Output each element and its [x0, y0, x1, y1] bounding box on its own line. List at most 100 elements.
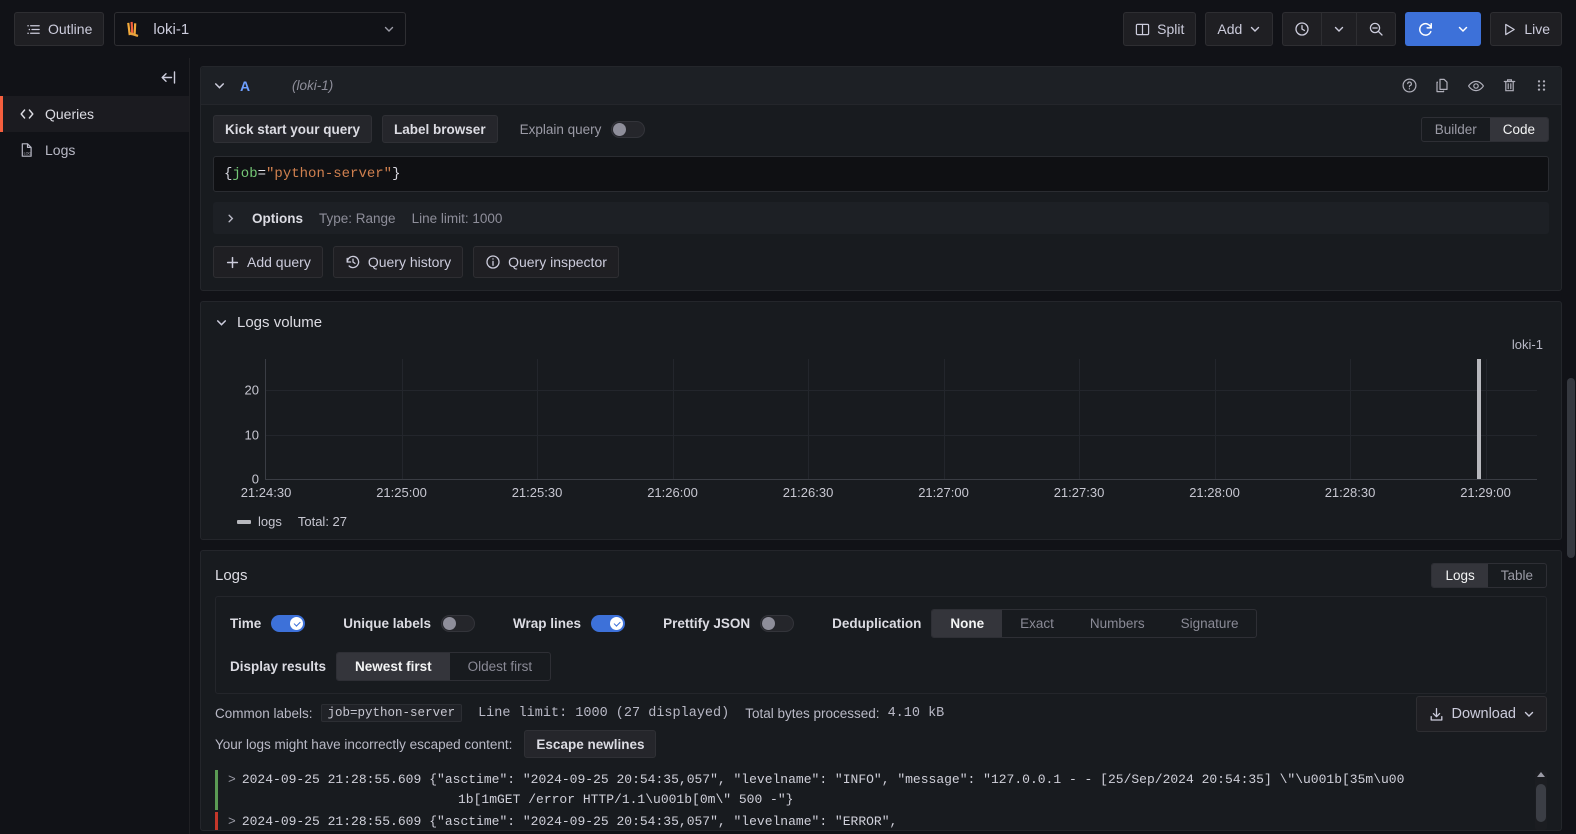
datasource-picker[interactable]: loki-1 — [114, 12, 407, 46]
unique-labels-toggle-label: Unique labels — [343, 616, 432, 631]
chevron-down-icon[interactable] — [213, 79, 226, 92]
logs-meta-area: Common labels: job=python-server Line li… — [201, 694, 1561, 758]
chevron-down-icon — [1333, 23, 1345, 35]
query-mode-builder[interactable]: Builder — [1422, 118, 1490, 141]
chart-x-tick-label: 21:27:30 — [1053, 485, 1105, 500]
bytes-processed-value: 4.10 kB — [887, 705, 945, 721]
sidebar-item-queries[interactable]: Queries — [0, 96, 189, 132]
escape-warning-text: Your logs might have incorrectly escaped… — [215, 736, 513, 752]
explain-query-toggle[interactable] — [611, 120, 646, 138]
log-row-message-wrap: 1b[1mGET /error HTTP/1.1\u001b[0m\" 500 … — [458, 792, 794, 807]
logs-title: Logs — [215, 567, 248, 584]
collapse-left-icon[interactable] — [0, 58, 189, 96]
chevron-down-icon[interactable] — [215, 316, 228, 329]
logs-view-mode-table[interactable]: Table — [1488, 564, 1546, 587]
scroll-up-arrow-icon[interactable] — [1537, 772, 1545, 777]
deduplication-radio-group: None Exact Numbers Signature — [931, 609, 1258, 638]
chart-legend: logs Total: 27 — [201, 512, 1561, 539]
chart-gridline — [672, 359, 674, 479]
display-results-label: Display results — [230, 659, 327, 674]
page-scrollbar[interactable] — [1566, 58, 1576, 834]
log-row[interactable]: > 2024-09-25 21:28:55.609 {"asctime": "2… — [215, 770, 1547, 810]
chevron-down-icon — [1523, 708, 1535, 720]
log-row-timestamp: 2024-09-25 21:28:55.609 — [241, 772, 422, 787]
chart-plot-area[interactable]: 0 10 20 21:24:30 21:25:00 21:25:30 21:26:00 21:… — [241, 359, 1537, 500]
log-rows-list[interactable]: > 2024-09-25 21:28:55.609 {"asctime": "2… — [215, 770, 1547, 830]
query-options-row[interactable]: Options Type: Range Line limit: 1000 — [213, 202, 1549, 234]
logs-volume-chart[interactable]: loki-1 0 10 20 21:24:30 21:25:00 21:25:30 21:2… — [215, 335, 1547, 510]
delete-trash-icon[interactable] — [1501, 77, 1518, 94]
add-query-label: Add query — [247, 254, 311, 270]
download-button[interactable]: Download — [1415, 696, 1547, 732]
legend-series-name: logs — [258, 514, 282, 529]
label-browser-button[interactable]: Label browser — [382, 115, 498, 143]
logs-header: Logs Logs Table — [201, 551, 1561, 596]
toggle-visibility-eye-icon[interactable] — [1467, 77, 1485, 95]
chevron-down-icon[interactable] — [383, 23, 395, 35]
log-row-expander[interactable]: > — [228, 812, 236, 830]
logs-volume-title: Logs volume — [237, 314, 323, 331]
zoom-out-button[interactable] — [1356, 12, 1397, 46]
logs-controls: Time Unique labels Wrap lines Prettify J… — [215, 596, 1547, 694]
refresh-interval-chevron-button[interactable] — [1445, 12, 1482, 46]
datasource-name: loki-1 — [153, 20, 190, 38]
kick-start-query-button[interactable]: Kick start your query — [213, 115, 373, 143]
log-document-icon: LOG — [18, 142, 35, 159]
query-expression-input[interactable]: {job = "python-server"} — [213, 156, 1549, 192]
live-tail-button[interactable]: Live — [1490, 12, 1562, 46]
display-results-oldest-first[interactable]: Oldest first — [450, 653, 551, 680]
dedup-option-none[interactable]: None — [932, 610, 1003, 637]
escape-newlines-button[interactable]: Escape newlines — [524, 730, 657, 758]
chart-gridline — [266, 390, 1537, 392]
prettify-json-toggle[interactable] — [760, 615, 795, 632]
logs-line-limit-text: Line limit: 1000 (27 displayed) — [478, 705, 730, 721]
split-button[interactable]: Split — [1123, 12, 1197, 46]
time-range-picker-button[interactable] — [1282, 12, 1322, 46]
chevron-right-icon[interactable] — [225, 213, 236, 224]
help-icon[interactable] — [1401, 77, 1418, 94]
wrap-lines-toggle[interactable] — [591, 615, 626, 632]
logs-volume-panel: Logs volume loki-1 0 10 20 21:24:30 21:25:00… — [200, 301, 1562, 540]
dedup-option-numbers[interactable]: Numbers — [1072, 610, 1163, 637]
log-row[interactable]: > 2024-09-25 21:28:55.609 {"asctime": "2… — [215, 812, 1547, 830]
log-rows-scrollbar[interactable] — [1535, 770, 1547, 830]
time-toggle[interactable] — [271, 615, 306, 632]
add-button[interactable]: Add — [1205, 12, 1274, 46]
time-range-group — [1282, 12, 1397, 46]
chart-gridline — [1214, 359, 1216, 479]
query-inspector-button[interactable]: Query inspector — [473, 246, 619, 278]
drag-handle-icon[interactable] — [1534, 78, 1549, 93]
query-mode-code[interactable]: Code — [1489, 117, 1548, 141]
query-actions: Add query Query history Query inspector — [201, 246, 1561, 290]
logs-meta-line-1: Common labels: job=python-server Line li… — [215, 704, 1547, 722]
outline-button[interactable]: Outline — [14, 12, 105, 46]
time-toggle-label: Time — [230, 616, 262, 631]
dedup-option-signature[interactable]: Signature — [1163, 610, 1257, 637]
common-labels-chip[interactable]: job=python-server — [320, 704, 463, 722]
chart-x-tick-label: 21:24:30 — [240, 485, 292, 500]
logs-toggles-row: Time Unique labels Wrap lines Prettify J… — [230, 609, 1532, 638]
top-toolbar: Outline loki-1 Split Add Live — [0, 0, 1576, 58]
display-results-newest-first[interactable]: Newest first — [337, 653, 450, 680]
log-row-expander[interactable]: > — [228, 770, 236, 790]
add-query-button[interactable]: Add query — [213, 246, 323, 278]
refresh-icon — [1417, 21, 1434, 38]
sidebar-item-logs[interactable]: LOG Logs — [0, 132, 189, 168]
dedup-option-exact[interactable]: Exact — [1002, 610, 1072, 637]
outline-list-icon — [26, 22, 41, 37]
loki-logo-icon — [125, 20, 144, 39]
query-history-button[interactable]: Query history — [332, 246, 464, 278]
time-range-chevron-button[interactable] — [1321, 12, 1357, 46]
refresh-button[interactable] — [1405, 12, 1446, 46]
duplicate-query-icon[interactable] — [1434, 77, 1451, 94]
chart-x-tick-label: 21:27:00 — [918, 485, 969, 500]
chart-bar[interactable] — [1476, 359, 1481, 479]
scrollbar-thumb[interactable] — [1567, 378, 1575, 558]
query-datasource-note: (loki-1) — [292, 78, 334, 93]
unique-labels-toggle[interactable] — [441, 615, 476, 632]
legend-total: Total: 27 — [297, 514, 348, 529]
logs-volume-header[interactable]: Logs volume — [201, 302, 1561, 335]
scrollbar-thumb[interactable] — [1536, 784, 1546, 822]
chart-x-tick-label: 21:26:00 — [647, 485, 698, 500]
logs-view-mode-logs[interactable]: Logs — [1432, 564, 1488, 587]
